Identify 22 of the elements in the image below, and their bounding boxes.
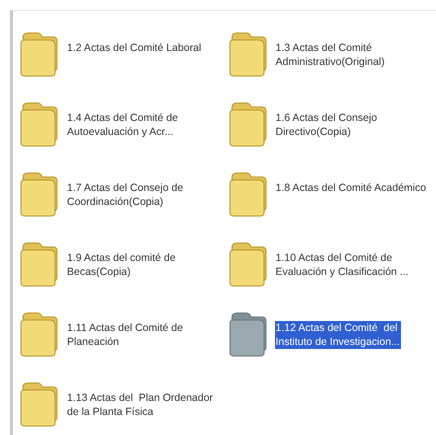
folder-name[interactable]: 1.6 Actas del Consejo Directivo(Copia)	[274, 111, 378, 139]
folder-icon	[19, 101, 59, 147]
folder-name[interactable]: 1.8 Actas del Comité Académico	[274, 181, 428, 195]
folder-icon	[228, 101, 268, 147]
folder-icon	[19, 171, 59, 217]
folder-icon	[19, 381, 59, 427]
folder-name[interactable]: 1.3 Actas del Comité Administrativo(Original)	[274, 41, 386, 69]
folder-name[interactable]: 1.9 Actas del comité de Becas(Copia)	[66, 251, 177, 279]
folder-icon	[228, 241, 268, 287]
folder-name[interactable]: 1.13 Actas del Plan Ordenador de la Planta Física	[66, 391, 214, 419]
folder-icon	[228, 171, 268, 217]
folder-icon	[19, 241, 59, 287]
folder-name[interactable]: 1.12 Actas del Comité del Instituto de Investigacion...	[274, 321, 401, 349]
folder-icon	[19, 311, 59, 357]
folder-icon	[228, 31, 268, 77]
folder-icon	[19, 31, 59, 77]
folder-name[interactable]: 1.4 Actas del Comité de Autoevaluación y Acr...	[66, 111, 179, 139]
folder-name[interactable]: 1.7 Actas del Consejo de Coordinación(Copia)	[66, 181, 184, 209]
folder-name[interactable]: 1.11 Actas del Comité de Planeación	[66, 321, 184, 349]
folder-name[interactable]: 1.2 Actas del Comité Laboral	[66, 41, 202, 55]
folder-name[interactable]: 1.10 Actas del Comité de Evaluación y Clasificación ...	[274, 251, 410, 279]
folder-icon	[228, 311, 268, 357]
